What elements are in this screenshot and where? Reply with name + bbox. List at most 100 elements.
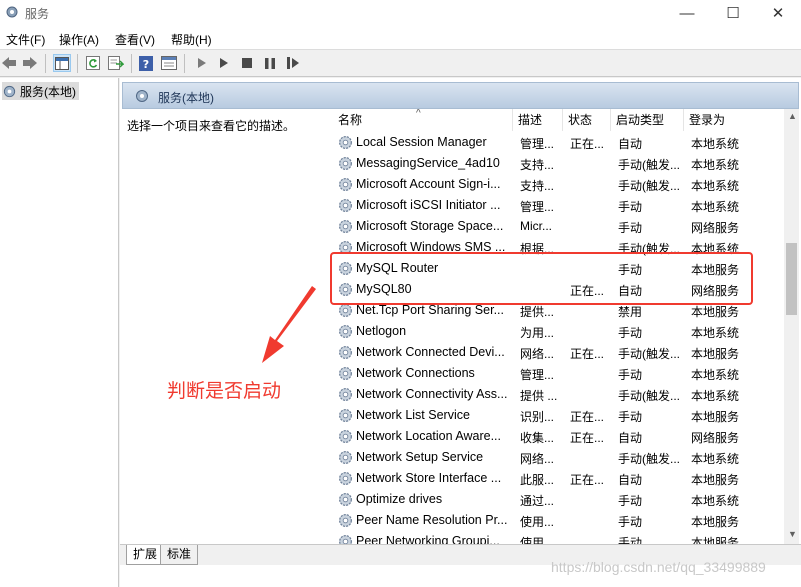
service-row[interactable]: Microsoft Storage Space... Micr... 手动 网络服务 bbox=[332, 216, 784, 237]
sort-ascending-icon: ^ bbox=[416, 109, 421, 119]
service-name: Network Setup Service bbox=[356, 450, 484, 464]
service-status: 正在... bbox=[570, 410, 605, 424]
panel-header: 服务(本地) bbox=[122, 82, 799, 109]
service-row[interactable]: Peer Name Resolution Pr... 使用... 手动 本地服务 bbox=[332, 510, 784, 531]
service-row[interactable]: Network Connectivity Ass... 提供 ... 手动(触发..… bbox=[332, 384, 784, 405]
services-gear-icon bbox=[6, 6, 18, 18]
service-name: Peer Networking Groupi... bbox=[356, 534, 500, 544]
service-row[interactable]: Network Store Interface ... 此服... 正在... 自动 本… bbox=[332, 468, 784, 489]
description-text: 选择一个项目来查看它的描述。 bbox=[127, 119, 296, 133]
menu-view[interactable]: 查看(V) bbox=[115, 31, 155, 48]
service-gear-icon bbox=[339, 199, 352, 212]
service-name: Microsoft Account Sign-i... bbox=[356, 177, 501, 191]
stop-icon[interactable] bbox=[238, 54, 256, 72]
service-description: 为用... bbox=[520, 326, 555, 340]
service-name: Net.Tcp Port Sharing Ser... bbox=[356, 303, 504, 317]
service-row[interactable]: Microsoft iSCSI Initiator ... 管理... 手动 本地系统 bbox=[332, 195, 784, 216]
service-row[interactable]: Network Connected Devi... 网络... 正在... 手动(触发… bbox=[332, 342, 784, 363]
back-arrow-icon[interactable] bbox=[0, 54, 18, 72]
tab-standard[interactable]: 标准 bbox=[160, 545, 199, 565]
service-row[interactable]: Network Connections 管理... 手动 本地系统 bbox=[332, 363, 784, 384]
menu-file[interactable]: 文件(F) bbox=[6, 31, 45, 48]
service-name: Netlogon bbox=[356, 324, 407, 338]
service-gear-icon bbox=[339, 409, 352, 422]
maximize-button[interactable]: ☐ bbox=[710, 0, 756, 26]
resume-icon[interactable] bbox=[284, 54, 302, 72]
console-tree: 服务(本地) bbox=[0, 78, 119, 587]
service-startup-type: 手动 bbox=[618, 494, 643, 508]
service-name: Optimize drives bbox=[356, 492, 443, 506]
service-logon-as: 网络服务 bbox=[691, 431, 740, 445]
scrollbar-thumb[interactable] bbox=[786, 243, 797, 315]
service-logon-as: 本地服务 bbox=[691, 536, 740, 544]
service-row[interactable]: MessagingService_4ad10 支持... 手动(触发... 本地系统 bbox=[332, 153, 784, 174]
service-logon-as: 本地服务 bbox=[691, 515, 740, 529]
forward-arrow-icon[interactable] bbox=[21, 54, 39, 72]
service-row[interactable]: Network List Service 识别... 正在... 手动 本地服务 bbox=[332, 405, 784, 426]
column-label: 状态 bbox=[568, 113, 593, 127]
service-startup-type: 手动 bbox=[618, 200, 643, 214]
properties-icon[interactable] bbox=[160, 54, 178, 72]
service-gear-icon bbox=[339, 157, 352, 170]
menu-action[interactable]: 操作(A) bbox=[59, 31, 99, 48]
show-hide-tree-icon[interactable] bbox=[53, 54, 71, 72]
service-gear-icon bbox=[339, 430, 352, 443]
close-button[interactable]: ✕ bbox=[755, 0, 801, 26]
service-row[interactable]: Network Setup Service 网络... 手动(触发... 本地系统 bbox=[332, 447, 784, 468]
menu-bar: 文件(F) 操作(A) 查看(V) 帮助(H) bbox=[0, 26, 801, 50]
minimize-button[interactable]: — bbox=[664, 0, 710, 26]
service-name: Microsoft iSCSI Initiator ... bbox=[356, 198, 501, 212]
service-row[interactable]: Microsoft Account Sign-i... 支持... 手动(触发...… bbox=[332, 174, 784, 195]
toolbar-separator bbox=[131, 54, 132, 73]
tree-node-services-local[interactable]: 服务(本地) bbox=[2, 82, 79, 100]
tab-extended[interactable]: 扩展 bbox=[126, 545, 165, 565]
service-row[interactable]: Peer Networking Groupi... 使用... 手动 本地服务 bbox=[332, 531, 784, 544]
service-logon-as: 本地系统 bbox=[691, 494, 740, 508]
service-startup-type: 禁用 bbox=[618, 305, 643, 319]
start-service-icon[interactable] bbox=[193, 54, 211, 72]
help-icon[interactable]: ? bbox=[137, 54, 155, 72]
service-startup-type: 手动(触发... bbox=[618, 179, 680, 193]
tree-node-label: 服务(本地) bbox=[20, 84, 76, 99]
service-logon-as: 本地服务 bbox=[691, 410, 740, 424]
watermark: https://blog.csdn.net/qq_33499889 bbox=[551, 559, 766, 575]
refresh-icon[interactable] bbox=[84, 54, 102, 72]
column-label: 启动类型 bbox=[616, 113, 665, 127]
service-status: 正在... bbox=[570, 347, 605, 361]
service-name: Network List Service bbox=[356, 408, 470, 422]
services-panel: 服务(本地) 选择一个项目来查看它的描述。 名称 ^ 描述 状态 启动类型 登录… bbox=[120, 78, 801, 587]
service-row[interactable]: Local Session Manager 管理... 正在... 自动 本地系统 bbox=[332, 132, 784, 153]
column-header-name[interactable]: 名称 ^ bbox=[332, 109, 513, 131]
service-startup-type: 手动(触发... bbox=[618, 452, 680, 466]
scroll-up-arrow-icon[interactable]: ▲ bbox=[788, 111, 797, 121]
service-logon-as: 网络服务 bbox=[691, 221, 740, 235]
service-logon-as: 本地系统 bbox=[691, 368, 740, 382]
service-startup-type: 手动 bbox=[618, 326, 643, 340]
service-logon-as: 本地系统 bbox=[691, 326, 740, 340]
service-row[interactable]: Optimize drives 通过... 手动 本地系统 bbox=[332, 489, 784, 510]
service-row[interactable]: Netlogon 为用... 手动 本地系统 bbox=[332, 321, 784, 342]
vertical-scrollbar[interactable]: ▲ ▼ bbox=[784, 109, 799, 544]
service-startup-type: 自动 bbox=[618, 473, 643, 487]
column-header-logon-as[interactable]: 登录为 bbox=[684, 109, 764, 131]
column-header-description[interactable]: 描述 bbox=[513, 109, 563, 131]
service-row[interactable]: Network Location Aware... 收集... 正在... 自动 网络服… bbox=[332, 426, 784, 447]
service-name: MessagingService_4ad10 bbox=[356, 156, 500, 170]
service-description: 识别... bbox=[520, 410, 555, 424]
column-header-status[interactable]: 状态 bbox=[563, 109, 611, 131]
service-description: 提供 ... bbox=[520, 389, 558, 403]
scroll-down-arrow-icon[interactable]: ▼ bbox=[788, 529, 797, 539]
export-list-icon[interactable] bbox=[107, 54, 125, 72]
toolbar-separator bbox=[184, 54, 185, 73]
menu-help[interactable]: 帮助(H) bbox=[171, 31, 212, 48]
service-name: Peer Name Resolution Pr... bbox=[356, 513, 508, 527]
pause-icon[interactable] bbox=[261, 54, 279, 72]
panel-title: 服务(本地) bbox=[158, 91, 214, 105]
toolbar-separator bbox=[77, 54, 78, 73]
service-startup-type: 手动 bbox=[618, 221, 643, 235]
toolbar: ? bbox=[0, 50, 801, 77]
service-description: 管理... bbox=[520, 137, 555, 151]
toolbar-separator bbox=[45, 54, 46, 73]
start-icon[interactable] bbox=[215, 54, 233, 72]
column-header-startup-type[interactable]: 启动类型 bbox=[611, 109, 684, 131]
